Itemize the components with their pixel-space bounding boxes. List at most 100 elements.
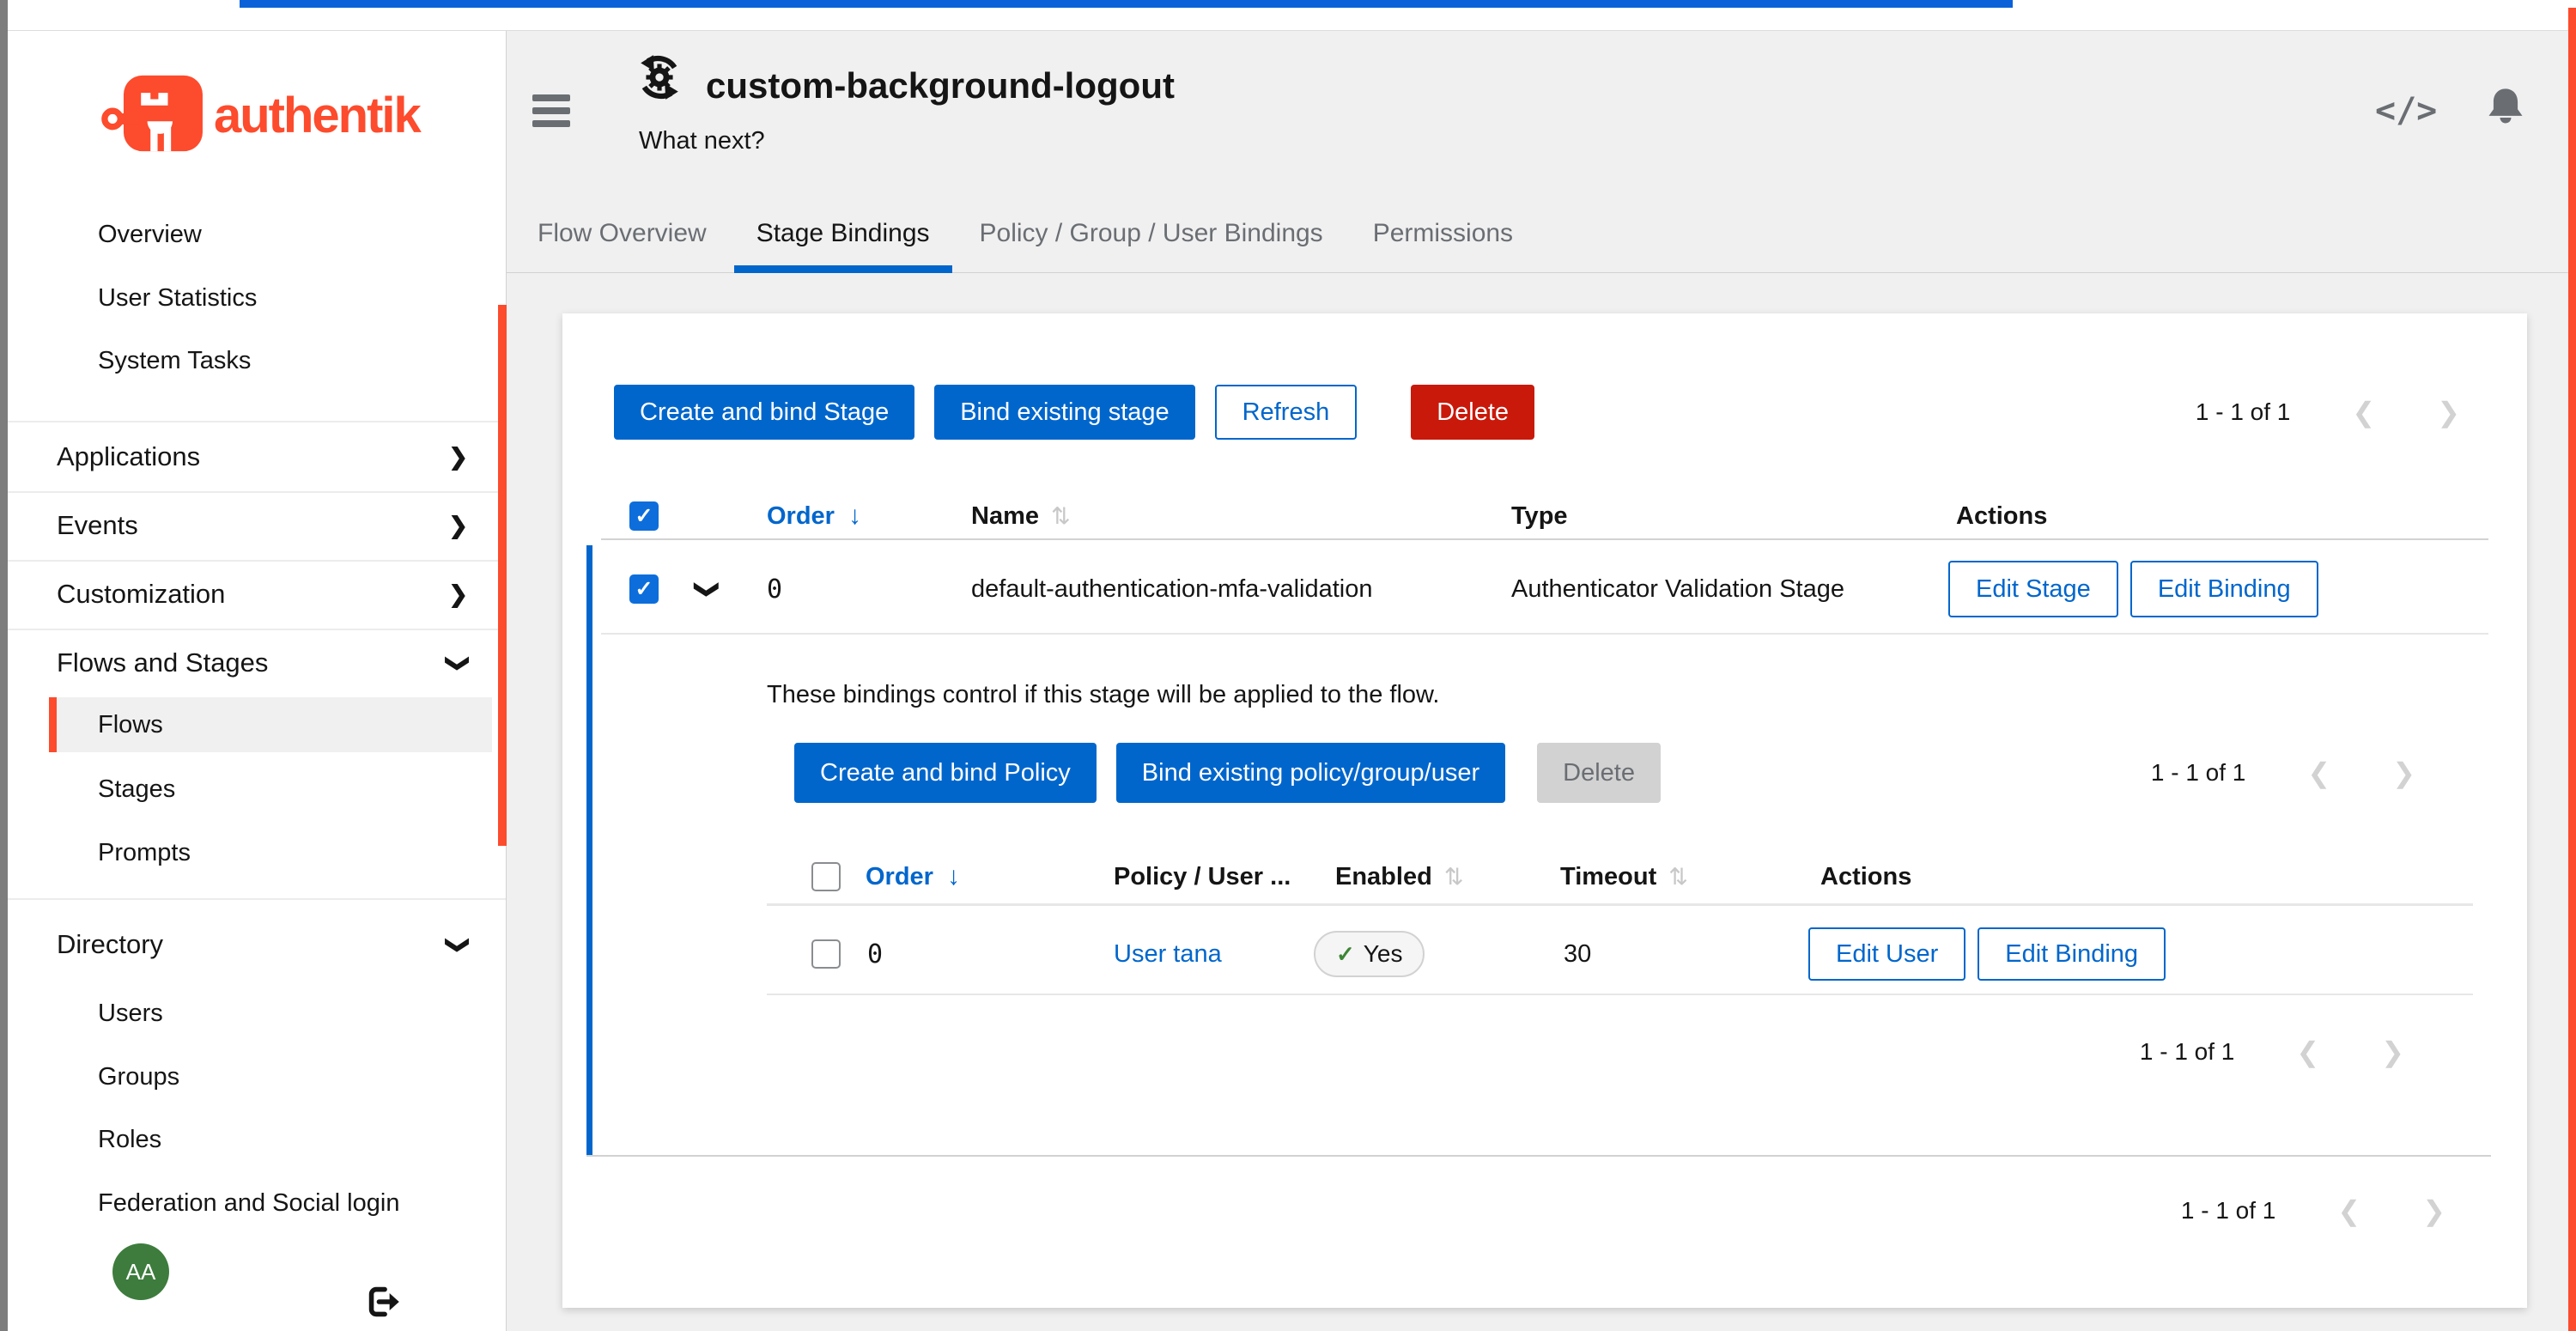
stage-bindings-card: Create and bind Stage Bind existing stag… [562,313,2527,1308]
row-checkbox[interactable]: ✓ [629,545,659,633]
policy-row-divider [767,994,2473,995]
authentik-logo[interactable]: authentik [100,74,420,157]
pagination-next-icon[interactable]: ❯ [2392,757,2415,789]
authentik-logo-icon [100,74,205,157]
row-expander[interactable]: ❯ [698,545,718,633]
policy-table-row: 0 User tana ✓ Yes 30 Edit User Edit Bind… [562,915,2527,994]
stage-toolbar: Create and bind Stage Bind existing stag… [614,385,1534,440]
column-header-actions: Actions [1956,494,2047,538]
edit-binding-button[interactable]: Edit Binding [1978,927,2166,981]
sidebar-item-applications[interactable]: Applications ❯ [8,426,506,488]
bindings-description: These bindings control if this stage wil… [767,681,1439,709]
sort-desc-icon: ↓ [947,862,960,891]
column-header-name[interactable]: Name ⇅ [971,494,1071,538]
pagination-prev-icon[interactable]: ❮ [2352,396,2375,428]
enabled-badge: ✓ Yes [1314,931,1425,977]
sidebar-scrollbar[interactable] [498,305,507,846]
column-header-enabled[interactable]: Enabled ⇅ [1335,850,1463,903]
edit-binding-button[interactable]: Edit Binding [2130,561,2318,617]
pagination-next-icon[interactable]: ❯ [2422,1194,2445,1227]
column-header-timeout[interactable]: Timeout ⇅ [1560,850,1688,903]
flow-icon [635,53,683,106]
sidebar-item-stages[interactable]: Stages [8,761,506,817]
stage-pagination: 1 - 1 of 1 ❮ ❯ [2196,385,2460,440]
create-and-bind-stage-button[interactable]: Create and bind Stage [614,385,914,440]
sidebar-item-flows[interactable]: Flows [49,697,492,752]
policy-row-checkbox[interactable] [811,915,841,994]
select-all-checkbox[interactable]: ✓ [629,494,659,538]
pagination-next-icon[interactable]: ❯ [2381,1036,2404,1068]
policy-row-enabled: ✓ Yes [1314,915,1425,994]
bind-existing-policy-button[interactable]: Bind existing policy/group/user [1116,743,1505,803]
sidebar-item-overview[interactable]: Overview [8,206,506,263]
policy-toolbar: Create and bind Policy Bind existing pol… [794,743,1661,803]
sidebar-item-events[interactable]: Events ❯ [8,495,506,556]
sidebar-divider [8,560,506,562]
chevron-down-icon: ❯ [694,579,722,599]
chevron-right-icon: ❯ [448,513,468,539]
chevron-down-icon: ❯ [445,653,471,673]
delete-button[interactable]: Delete [1411,385,1534,440]
sidebar-divider [8,491,506,493]
row-divider [601,633,2488,635]
browser-top-strip [8,0,2576,31]
sidebar-item-system-tasks[interactable]: System Tasks [8,332,506,389]
pagination-prev-icon[interactable]: ❮ [2337,1194,2360,1227]
sort-both-icon: ⇅ [1051,503,1071,530]
api-code-icon[interactable]: </> [2375,91,2437,131]
sidebar-item-prompts[interactable]: Prompts [8,824,506,881]
sidebar-item-user-statistics[interactable]: User Statistics [8,270,506,326]
column-header-order[interactable]: Order ↓ [767,494,861,538]
page-scrollbar[interactable] [2568,8,2576,1331]
policy-row-timeout-value: 30 [1564,915,1591,994]
pagination-next-icon[interactable]: ❯ [2437,396,2460,428]
column-header-order[interactable]: Order ↓ [866,850,960,903]
sidebar-item-federation-social-login[interactable]: Federation and Social login [8,1175,506,1231]
policy-delete-button[interactable]: Delete [1537,743,1661,803]
hamburger-menu-icon[interactable] [532,94,570,133]
page-subtitle: What next? [639,127,765,155]
policy-row-user-link[interactable]: User tana [1114,915,1222,994]
avatar[interactable]: AA [112,1243,169,1300]
sidebar-item-directory[interactable]: Directory ❯ [8,914,506,975]
tab-permissions[interactable]: Permissions [1351,201,1535,273]
notifications-bell-icon[interactable] [2483,84,2528,133]
page-header: custom-background-logout What next? </> … [507,31,2568,273]
tab-flow-overview[interactable]: Flow Overview [515,201,729,273]
sort-desc-icon: ↓ [848,501,861,531]
sidebar-item-flows-and-stages[interactable]: Flows and Stages ❯ [8,632,506,694]
policy-pagination: 1 - 1 of 1 ❮ ❯ [2151,743,2415,803]
top-progress-bar [240,0,2013,8]
logout-icon[interactable] [367,1285,401,1323]
stage-bottom-pagination: 1 - 1 of 1 ❮ ❯ [2181,1185,2445,1237]
bind-existing-stage-button[interactable]: Bind existing stage [934,385,1194,440]
sort-both-icon: ⇅ [1668,864,1688,890]
row-name-value: default-authentication-mfa-validation [971,545,1373,633]
sidebar-item-roles[interactable]: Roles [8,1111,506,1168]
policy-table-header: Order ↓ Policy / User ... Enabled ⇅ Time… [562,850,2527,903]
sidebar-item-customization[interactable]: Customization ❯ [8,563,506,625]
column-header-policy-user: Policy / User ... [1114,850,1291,903]
sidebar-item-users[interactable]: Users [8,985,506,1042]
create-and-bind-policy-button[interactable]: Create and bind Policy [794,743,1097,803]
sidebar-item-groups[interactable]: Groups [8,1048,506,1105]
chevron-right-icon: ❯ [448,444,468,471]
window-edge [0,0,8,1331]
authentik-wordmark: authentik [214,87,420,144]
pagination-prev-icon[interactable]: ❮ [2296,1036,2319,1068]
refresh-button[interactable]: Refresh [1215,385,1358,440]
tab-stage-bindings[interactable]: Stage Bindings [734,201,952,273]
sidebar: authentik Overview User Statistics Syste… [8,31,507,1331]
tab-policy-group-user-bindings[interactable]: Policy / Group / User Bindings [957,201,1346,273]
policy-row-actions: Edit User Edit Binding [1808,915,2166,994]
pagination-prev-icon[interactable]: ❮ [2307,757,2330,789]
stage-table-row: ✓ ❯ 0 default-authentication-mfa-validat… [562,545,2527,633]
edit-stage-button[interactable]: Edit Stage [1948,561,2118,617]
sidebar-divider [8,629,506,630]
policy-select-all-checkbox[interactable] [811,850,841,903]
tab-bar: Flow Overview Stage Bindings Policy / Gr… [515,201,1540,273]
check-icon: ✓ [635,576,653,602]
check-icon: ✓ [635,503,653,529]
column-header-actions: Actions [1820,850,1911,903]
edit-user-button[interactable]: Edit User [1808,927,1965,981]
